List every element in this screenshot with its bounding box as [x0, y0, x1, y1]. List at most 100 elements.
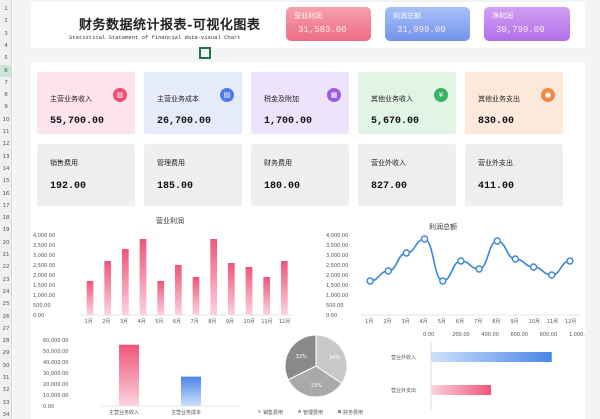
bar	[174, 265, 182, 315]
x-tick-label: 1月	[85, 319, 93, 325]
line-point	[457, 257, 465, 265]
y-tick-label: 3,500.00	[33, 243, 55, 249]
row-number[interactable]: 7	[0, 77, 12, 89]
y-tick-label: 0.00	[326, 313, 337, 319]
row-number[interactable]: 29	[0, 347, 12, 359]
row-header[interactable]: 1 2 3 4 5 6 7 8 9 10 11 12 13 14 15 16 17 18 19 20 21 22 23 24 2…	[0, 0, 12, 419]
card-label: 销售费用	[50, 159, 78, 167]
y-tick-label: 4,000.00	[326, 233, 348, 239]
legend-label: 财务费用	[343, 409, 363, 416]
card-value: 830.00	[478, 116, 515, 127]
x-tick-label: 4月	[138, 319, 146, 325]
chart-title-operating-profit: 营业利润	[156, 217, 184, 225]
row-number[interactable]: 24	[0, 286, 12, 298]
spreadsheet-canvas[interactable]: 财务数据统计报表-可视化图表 Statistical Statement of …	[13, 0, 600, 419]
line-point	[566, 257, 574, 265]
expense-card: 营业外支出 411.00	[465, 144, 563, 206]
dashboard-title: 财务数据统计报表-可视化图表	[79, 18, 261, 33]
y-tick-label: 60,000.00	[43, 338, 68, 344]
legend-swatch	[258, 410, 261, 413]
x-tick-label: 2月	[102, 319, 110, 325]
legend-label: 销售费用	[263, 409, 283, 416]
row-number[interactable]: 17	[0, 200, 12, 212]
bar	[263, 277, 271, 315]
card-label: 其他业务收入	[371, 95, 413, 103]
x-tick-label: 4月	[420, 319, 428, 325]
x-tick-label: 11月	[547, 319, 558, 325]
row-number[interactable]: 18	[0, 212, 12, 224]
kpi-value: 31,583.00	[298, 25, 347, 35]
row-number[interactable]: 34	[0, 409, 12, 419]
row-number[interactable]: 22	[0, 261, 12, 273]
expense-card: 营业外收入 827.00	[358, 144, 456, 206]
row-number[interactable]: 11	[0, 126, 12, 138]
kpi-label: 净利润	[492, 12, 513, 20]
row-number[interactable]: 1	[0, 3, 12, 15]
card-label: 主营业务成本	[157, 95, 199, 103]
row-number[interactable]: 32	[0, 384, 12, 396]
row-number[interactable]: 25	[0, 298, 12, 310]
y-tick-label: 营业外支出	[391, 387, 416, 394]
y-tick-label: 4,000.00	[33, 233, 55, 239]
x-tick-label: 800.00	[540, 332, 558, 338]
row-number[interactable]: 6	[0, 64, 12, 77]
row-number[interactable]: 15	[0, 175, 12, 187]
y-tick-label: 500.00	[33, 303, 51, 309]
x-tick-label: 9月	[510, 319, 518, 325]
y-tick-label: 0.00	[43, 404, 54, 410]
y-tick-label: 50,000.00	[43, 349, 68, 355]
row-number[interactable]: 26	[0, 311, 12, 323]
metric-card: 主营业务成本 26,700.00 ▤	[144, 72, 242, 134]
pie-data-label: 32%	[296, 354, 307, 360]
pie-data-label: 34%	[329, 355, 340, 361]
x-tick-label: 0.00	[423, 332, 434, 338]
card-label: 管理费用	[157, 159, 185, 167]
row-number[interactable]: 21	[0, 249, 12, 261]
expense-card: 销售费用 192.00	[37, 144, 135, 206]
expense-pie-chart: 34% 33% 32% 销售费用 管理费用 财务费用	[258, 334, 363, 416]
x-tick-label: 12月	[279, 319, 290, 325]
bar	[245, 267, 253, 315]
row-number[interactable]: 28	[0, 335, 12, 347]
bar	[280, 261, 288, 315]
row-number[interactable]: 33	[0, 397, 12, 409]
line-point	[402, 249, 411, 257]
row-number[interactable]: 30	[0, 360, 12, 372]
row-number[interactable]: 5	[0, 52, 12, 64]
y-tick-label: 0.00	[33, 313, 44, 319]
y-tick-label: 3,000.00	[33, 253, 55, 259]
row-number[interactable]: 9	[0, 101, 12, 113]
row-number[interactable]: 13	[0, 151, 12, 163]
bar	[192, 277, 200, 315]
row-number[interactable]: 10	[0, 114, 12, 126]
row-number[interactable]: 2	[0, 15, 12, 27]
card-value: 5,670.00	[371, 116, 420, 127]
x-tick-label: 主营业务收入	[109, 409, 139, 416]
metric-card: 其他业务支出 830.00 ●	[465, 72, 563, 134]
row-number[interactable]: 19	[0, 224, 12, 236]
row-number[interactable]: 31	[0, 372, 12, 384]
row-number[interactable]: 8	[0, 89, 12, 101]
line-point	[529, 263, 538, 271]
row-number[interactable]: 27	[0, 323, 12, 335]
card-value: 1,700.00	[264, 116, 313, 127]
card-value: 55,700.00	[50, 116, 105, 127]
card-label: 营业外收入	[371, 159, 406, 167]
card-value: 26,700.00	[157, 116, 212, 127]
kpi-operating-profit: 营业利润 31,583.00	[286, 7, 371, 41]
row-number[interactable]: 3	[0, 28, 12, 40]
expense-card: 财务费用 180.00	[251, 144, 349, 206]
selected-cell[interactable]	[199, 47, 211, 59]
non-operating-hbar-chart: 0.00 200.00 400.00 600.00 800.00 1,000.00 营业外收…	[391, 332, 585, 410]
row-number[interactable]: 4	[0, 40, 12, 52]
row-number[interactable]: 16	[0, 188, 12, 200]
expense-card: 管理费用 185.00	[144, 144, 242, 206]
row-number[interactable]: 20	[0, 237, 12, 249]
row-number[interactable]: 23	[0, 274, 12, 286]
metric-card: 其他业务收入 5,670.00 ¥	[358, 72, 456, 134]
x-tick-label: 7月	[191, 319, 199, 325]
row-number[interactable]: 12	[0, 138, 12, 150]
bar	[86, 281, 94, 315]
line-point	[439, 277, 447, 285]
row-number[interactable]: 14	[0, 163, 12, 175]
